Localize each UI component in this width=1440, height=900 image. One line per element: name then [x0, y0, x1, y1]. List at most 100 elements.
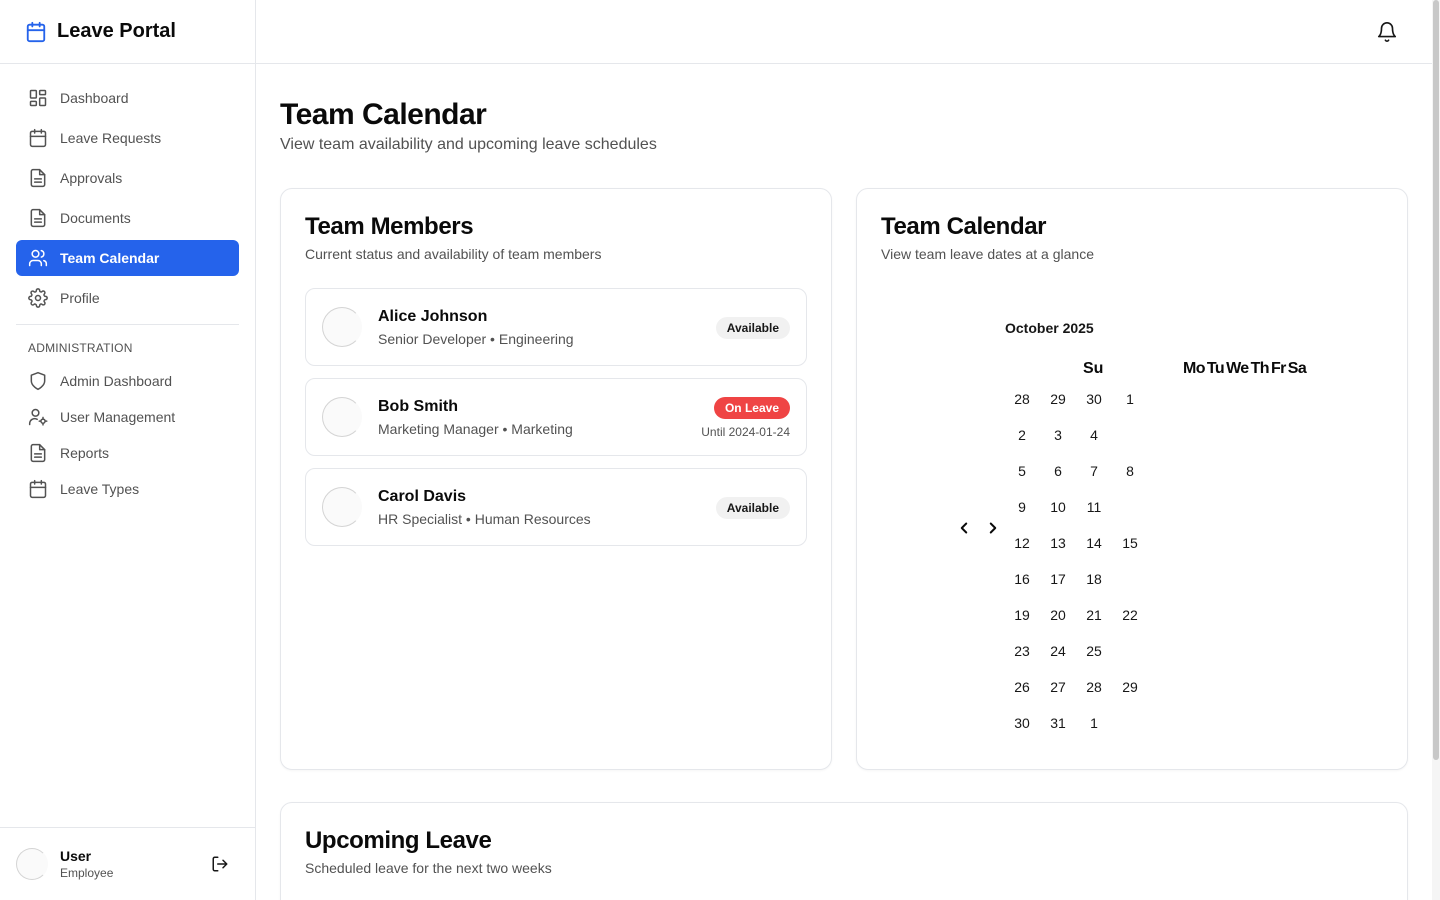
member-role: HR Specialist • Human Resources	[378, 511, 591, 527]
calendar-day[interactable]: 19	[1006, 607, 1038, 623]
calendar-day[interactable]: 8	[1114, 463, 1146, 479]
gear-icon	[28, 288, 48, 308]
calendar-day[interactable]: 3	[1042, 427, 1074, 443]
nav-item-leave-types[interactable]: Leave Types	[16, 471, 239, 507]
calendar-day[interactable]: 11	[1078, 499, 1110, 515]
weekday-header: Su	[1083, 360, 1104, 377]
calendar-icon	[29, 479, 47, 499]
calendar-day[interactable]: 6	[1042, 463, 1074, 479]
nav-item-label: Dashboard	[60, 90, 129, 106]
sidebar: Leave Portal Dashboard Leave Requests Ap…	[0, 0, 256, 900]
member-row[interactable]: Carol Davis HR Specialist • Human Resour…	[305, 468, 807, 546]
logout-icon[interactable]	[211, 855, 229, 873]
nav-item-approvals[interactable]: Approvals	[16, 160, 239, 196]
scrollbar[interactable]	[1432, 0, 1440, 900]
calendar-month: October 2025	[1005, 320, 1094, 336]
calendar-day[interactable]: 2	[1006, 427, 1038, 443]
nav-item-documents[interactable]: Documents	[16, 200, 239, 236]
nav-item-label: Leave Types	[60, 481, 140, 497]
calendar-day[interactable]: 5	[1006, 463, 1038, 479]
main-content: Team Calendar View team availability and…	[256, 64, 1432, 900]
calendar-day[interactable]: 31	[1042, 715, 1074, 731]
weekday-header: Tu	[1206, 360, 1225, 377]
nav-item-label: Profile	[60, 290, 100, 306]
calendar-day[interactable]: 24	[1042, 643, 1074, 659]
calendar-day[interactable]: 27	[1042, 679, 1074, 695]
page-subtitle: View team availability and upcoming leav…	[280, 136, 657, 153]
main-nav: Dashboard Leave Requests Approvals Docum…	[0, 64, 255, 507]
nav-item-label: Reports	[60, 445, 110, 461]
nav-item-team-calendar[interactable]: Team Calendar	[16, 240, 239, 276]
nav-item-label: Admin Dashboard	[60, 373, 173, 389]
calendar-day[interactable]: 9	[1006, 499, 1038, 515]
calendar-day[interactable]: 17	[1042, 571, 1074, 587]
card-title: Team Calendar	[881, 213, 1047, 240]
user-name: User	[60, 848, 92, 864]
calendar-day[interactable]: 26	[1006, 679, 1038, 695]
nav-section-administration: ADMINISTRATION	[28, 341, 133, 355]
calendar-day[interactable]: 7	[1078, 463, 1110, 479]
team-calendar-card: Team Calendar View team leave dates at a…	[856, 188, 1408, 770]
nav-item-reports[interactable]: Reports	[16, 435, 239, 471]
shield-icon	[30, 371, 46, 391]
nav-item-label: Leave Requests	[60, 130, 162, 146]
document-icon	[30, 443, 46, 463]
calendar-day[interactable]: 28	[1078, 679, 1110, 695]
user-footer: User Employee	[0, 827, 255, 900]
chevron-right-icon[interactable]	[984, 519, 1002, 537]
nav-item-label: Team Calendar	[60, 250, 160, 266]
team-members-card: Team Members Current status and availabi…	[280, 188, 832, 770]
member-row[interactable]: Bob Smith Marketing Manager • Marketing …	[305, 378, 807, 456]
calendar-day[interactable]: 14	[1078, 535, 1110, 551]
calendar-day[interactable]: 29	[1114, 679, 1146, 695]
calendar-day[interactable]: 21	[1078, 607, 1110, 623]
nav-item-label: Approvals	[60, 170, 123, 186]
member-name: Bob Smith	[378, 398, 458, 415]
weekday-header: We	[1226, 360, 1249, 377]
calendar-day[interactable]: 20	[1042, 607, 1074, 623]
chevron-left-icon[interactable]	[955, 519, 973, 537]
calendar-day[interactable]: 1	[1078, 715, 1110, 731]
calendar-day[interactable]: 29	[1042, 391, 1074, 407]
avatar	[16, 848, 48, 880]
status-badge: Available	[715, 497, 790, 519]
calendar-day[interactable]: 30	[1006, 715, 1038, 731]
calendar-day[interactable]: 13	[1042, 535, 1074, 551]
bell-icon[interactable]	[1376, 21, 1398, 43]
calendar-day[interactable]: 25	[1078, 643, 1110, 659]
nav-item-leave-requests[interactable]: Leave Requests	[16, 120, 239, 156]
calendar-day[interactable]: 10	[1042, 499, 1074, 515]
member-name: Alice Johnson	[378, 308, 488, 325]
calendar-day[interactable]: 4	[1078, 427, 1110, 443]
calendar-icon	[26, 21, 46, 42]
leave-until: Until 2024-01-24	[701, 425, 790, 439]
avatar	[322, 487, 362, 527]
calendar-day[interactable]: 1	[1114, 391, 1146, 407]
weekday-header: Fr	[1270, 360, 1286, 377]
nav-item-label: User Management	[60, 409, 176, 425]
nav-item-user-management[interactable]: User Management	[16, 399, 239, 435]
nav-item-profile[interactable]: Profile	[16, 280, 239, 316]
calendar-day[interactable]: 12	[1006, 535, 1038, 551]
calendar-day[interactable]: 23	[1006, 643, 1038, 659]
member-row[interactable]: Alice Johnson Senior Developer • Enginee…	[305, 288, 807, 366]
nav-item-dashboard[interactable]: Dashboard	[16, 80, 239, 116]
calendar-day[interactable]: 15	[1114, 535, 1146, 551]
brand[interactable]: Leave Portal	[0, 0, 255, 64]
calendar-day[interactable]: 28	[1006, 391, 1038, 407]
user-info: User Employee	[60, 848, 113, 880]
weekday-header: Sa	[1287, 360, 1307, 377]
member-role: Marketing Manager • Marketing	[378, 421, 573, 437]
card-description: Scheduled leave for the next two weeks	[305, 860, 552, 876]
calendar-day[interactable]: 30	[1078, 391, 1110, 407]
nav-item-admin-dashboard[interactable]: Admin Dashboard	[16, 363, 239, 399]
top-bar	[256, 0, 1432, 64]
user-role: Employee	[60, 866, 114, 880]
brand-name: Leave Portal	[57, 20, 176, 42]
scrollbar-thumb[interactable]	[1433, 0, 1439, 760]
document-icon	[30, 208, 46, 228]
nav-item-label: Documents	[60, 210, 131, 226]
calendar-day[interactable]: 22	[1114, 607, 1146, 623]
calendar-day[interactable]: 16	[1006, 571, 1038, 587]
calendar-day[interactable]: 18	[1078, 571, 1110, 587]
